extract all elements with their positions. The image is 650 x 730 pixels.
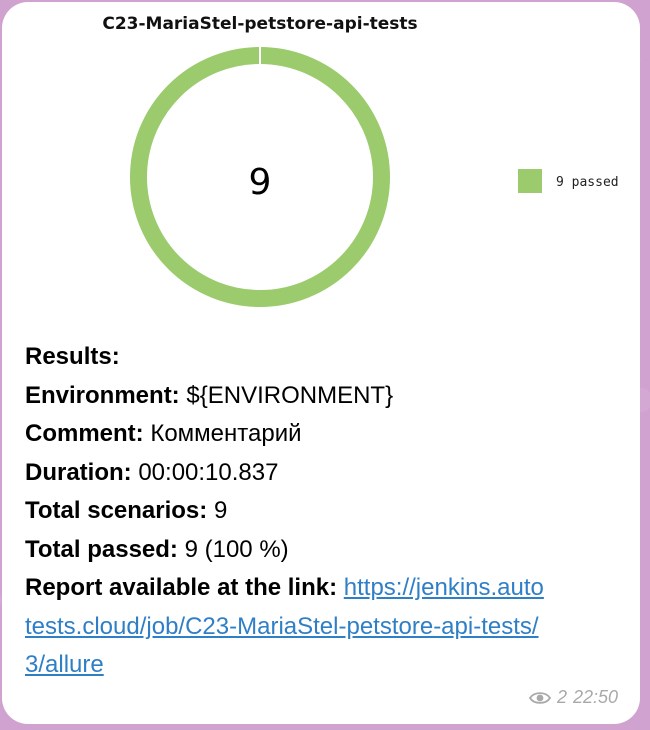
- legend-swatch: [518, 169, 542, 193]
- chart-title: C23-MariaStel-petstore-api-tests: [102, 14, 417, 34]
- total-scenarios-label: Total scenarios:: [25, 497, 208, 524]
- donut-chart: C23-MariaStel-petstore-api-tests 9 9 pas…: [102, 14, 619, 307]
- legend-label: 9 passed: [556, 175, 619, 190]
- report-chart-image[interactable]: C23-MariaStel-petstore-api-tests 9 9 pas…: [2, 2, 640, 332]
- duration-label: Duration:: [25, 458, 132, 486]
- eye-icon: [528, 691, 551, 705]
- message-meta: 2 22:50: [528, 687, 618, 708]
- message-time: 22:50: [572, 687, 618, 707]
- total-passed-line: Total passed: 9 (100 %): [25, 531, 625, 570]
- chart-center-label: 9: [249, 162, 272, 203]
- chart-legend: 9 passed: [518, 169, 619, 193]
- environment-value: ${ENVIRONMENT}: [186, 381, 394, 409]
- total-passed-value: 9 (100 %): [184, 535, 289, 563]
- duration-line: Duration: 00:00:10.837: [25, 454, 625, 493]
- message-bubble[interactable]: C23-MariaStel-petstore-api-tests 9 9 pas…: [2, 2, 640, 724]
- environment-label: Environment:: [25, 381, 180, 409]
- total-passed-label: Total passed:: [25, 535, 178, 563]
- comment-value: Комментарий: [150, 420, 302, 447]
- results-line: Results:: [25, 338, 625, 377]
- results-label: Results:: [25, 343, 120, 370]
- comment-label: Comment:: [25, 420, 144, 447]
- total-scenarios-line: Total scenarios: 9: [25, 492, 625, 531]
- comment-line: Comment: Комментарий: [25, 415, 625, 454]
- report-label: Report available at the link:: [25, 574, 338, 601]
- report-line: Report available at the link: https://je…: [25, 569, 545, 685]
- total-scenarios-value: 9: [213, 497, 228, 524]
- environment-line: Environment: ${ENVIRONMENT}: [25, 377, 625, 416]
- duration-value: 00:00:10.837: [138, 458, 279, 486]
- message-text: Results: Environment: ${ENVIRONMENT} Com…: [25, 338, 625, 685]
- views-count: 2: [556, 687, 567, 707]
